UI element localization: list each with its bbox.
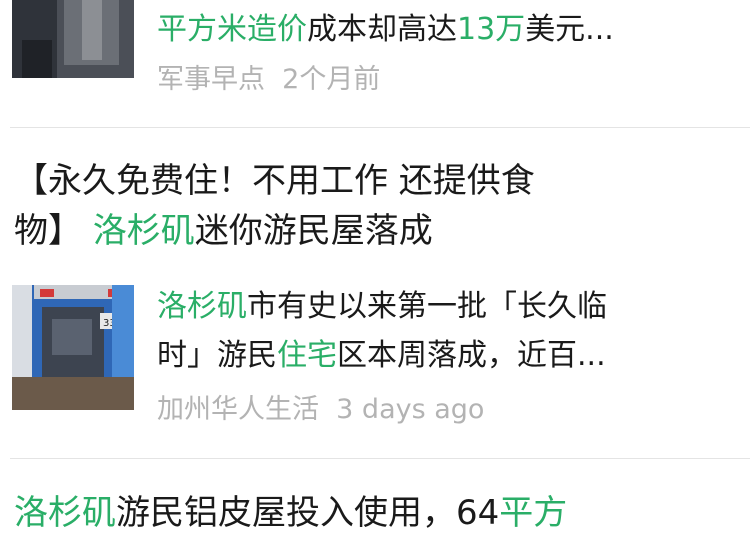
result-title[interactable]: 【永久免费住！不用工作 还提供食 物】 洛杉矶迷你游民屋落成 xyxy=(14,156,734,256)
result-snippet: 洛杉矶市有史以来第一批「长久临 xyxy=(157,287,747,327)
result-time: 2个月前 xyxy=(282,64,381,95)
title-text: 游民铝皮屋投入使用，64 xyxy=(116,493,500,533)
snippet-highlight: 13万 xyxy=(457,12,526,47)
snippet-highlight: 平方米造价 xyxy=(157,12,307,47)
snippet-highlight: 洛杉矶 xyxy=(157,289,247,324)
title-highlight: 洛杉矶 xyxy=(92,211,195,251)
divider xyxy=(10,127,750,128)
thumbnail-image: 33 xyxy=(12,285,134,410)
result-source: 军事早点 xyxy=(157,64,265,95)
title-text: 【永久免费住！不用工作 还提供食 xyxy=(14,161,535,201)
title-line-2: 物】 洛杉矶迷你游民屋落成 xyxy=(14,206,734,256)
title-text: 迷你游民屋落成 xyxy=(194,211,433,251)
snippet-text: 时」游民 xyxy=(157,338,277,373)
divider xyxy=(10,458,750,459)
title-line-1: 洛杉矶游民铝皮屋投入使用，64平方 xyxy=(14,488,734,536)
title-highlight: 平方 xyxy=(499,493,568,533)
result-snippet: 时」游民住宅区本周落成，近百... xyxy=(157,336,747,376)
title-highlight: 洛杉矶 xyxy=(14,493,116,533)
snippet-text: 美元... xyxy=(525,12,614,47)
snippet-text: 市有史以来第一批「长久临 xyxy=(247,289,607,324)
result-snippet: 平方米造价成本却高达13万美元... xyxy=(157,10,747,50)
search-result-1[interactable]: 平方米造价成本却高达13万美元... 军事早点 2个月前 xyxy=(0,0,750,120)
snippet-highlight: 住宅 xyxy=(277,338,337,373)
result-title[interactable]: 洛杉矶游民铝皮屋投入使用，64平方 xyxy=(14,488,734,536)
result-thumbnail[interactable] xyxy=(12,0,134,78)
result-time: 3 days ago xyxy=(336,394,485,425)
thumbnail-image xyxy=(12,0,134,78)
title-line-1: 【永久免费住！不用工作 还提供食 xyxy=(14,156,734,206)
search-results-page: 平方米造价成本却高达13万美元... 军事早点 2个月前 【永久免费住！不用工作… xyxy=(0,0,750,536)
title-text: 物】 xyxy=(14,211,93,251)
snippet-text: 成本却高达 xyxy=(307,12,457,47)
result-meta: 加州华人生活 3 days ago xyxy=(157,392,484,428)
result-thumbnail[interactable]: 33 xyxy=(12,285,134,410)
result-source: 加州华人生活 xyxy=(157,394,319,425)
snippet-text: 区本周落成，近百... xyxy=(337,338,606,373)
result-meta: 军事早点 2个月前 xyxy=(157,62,380,98)
